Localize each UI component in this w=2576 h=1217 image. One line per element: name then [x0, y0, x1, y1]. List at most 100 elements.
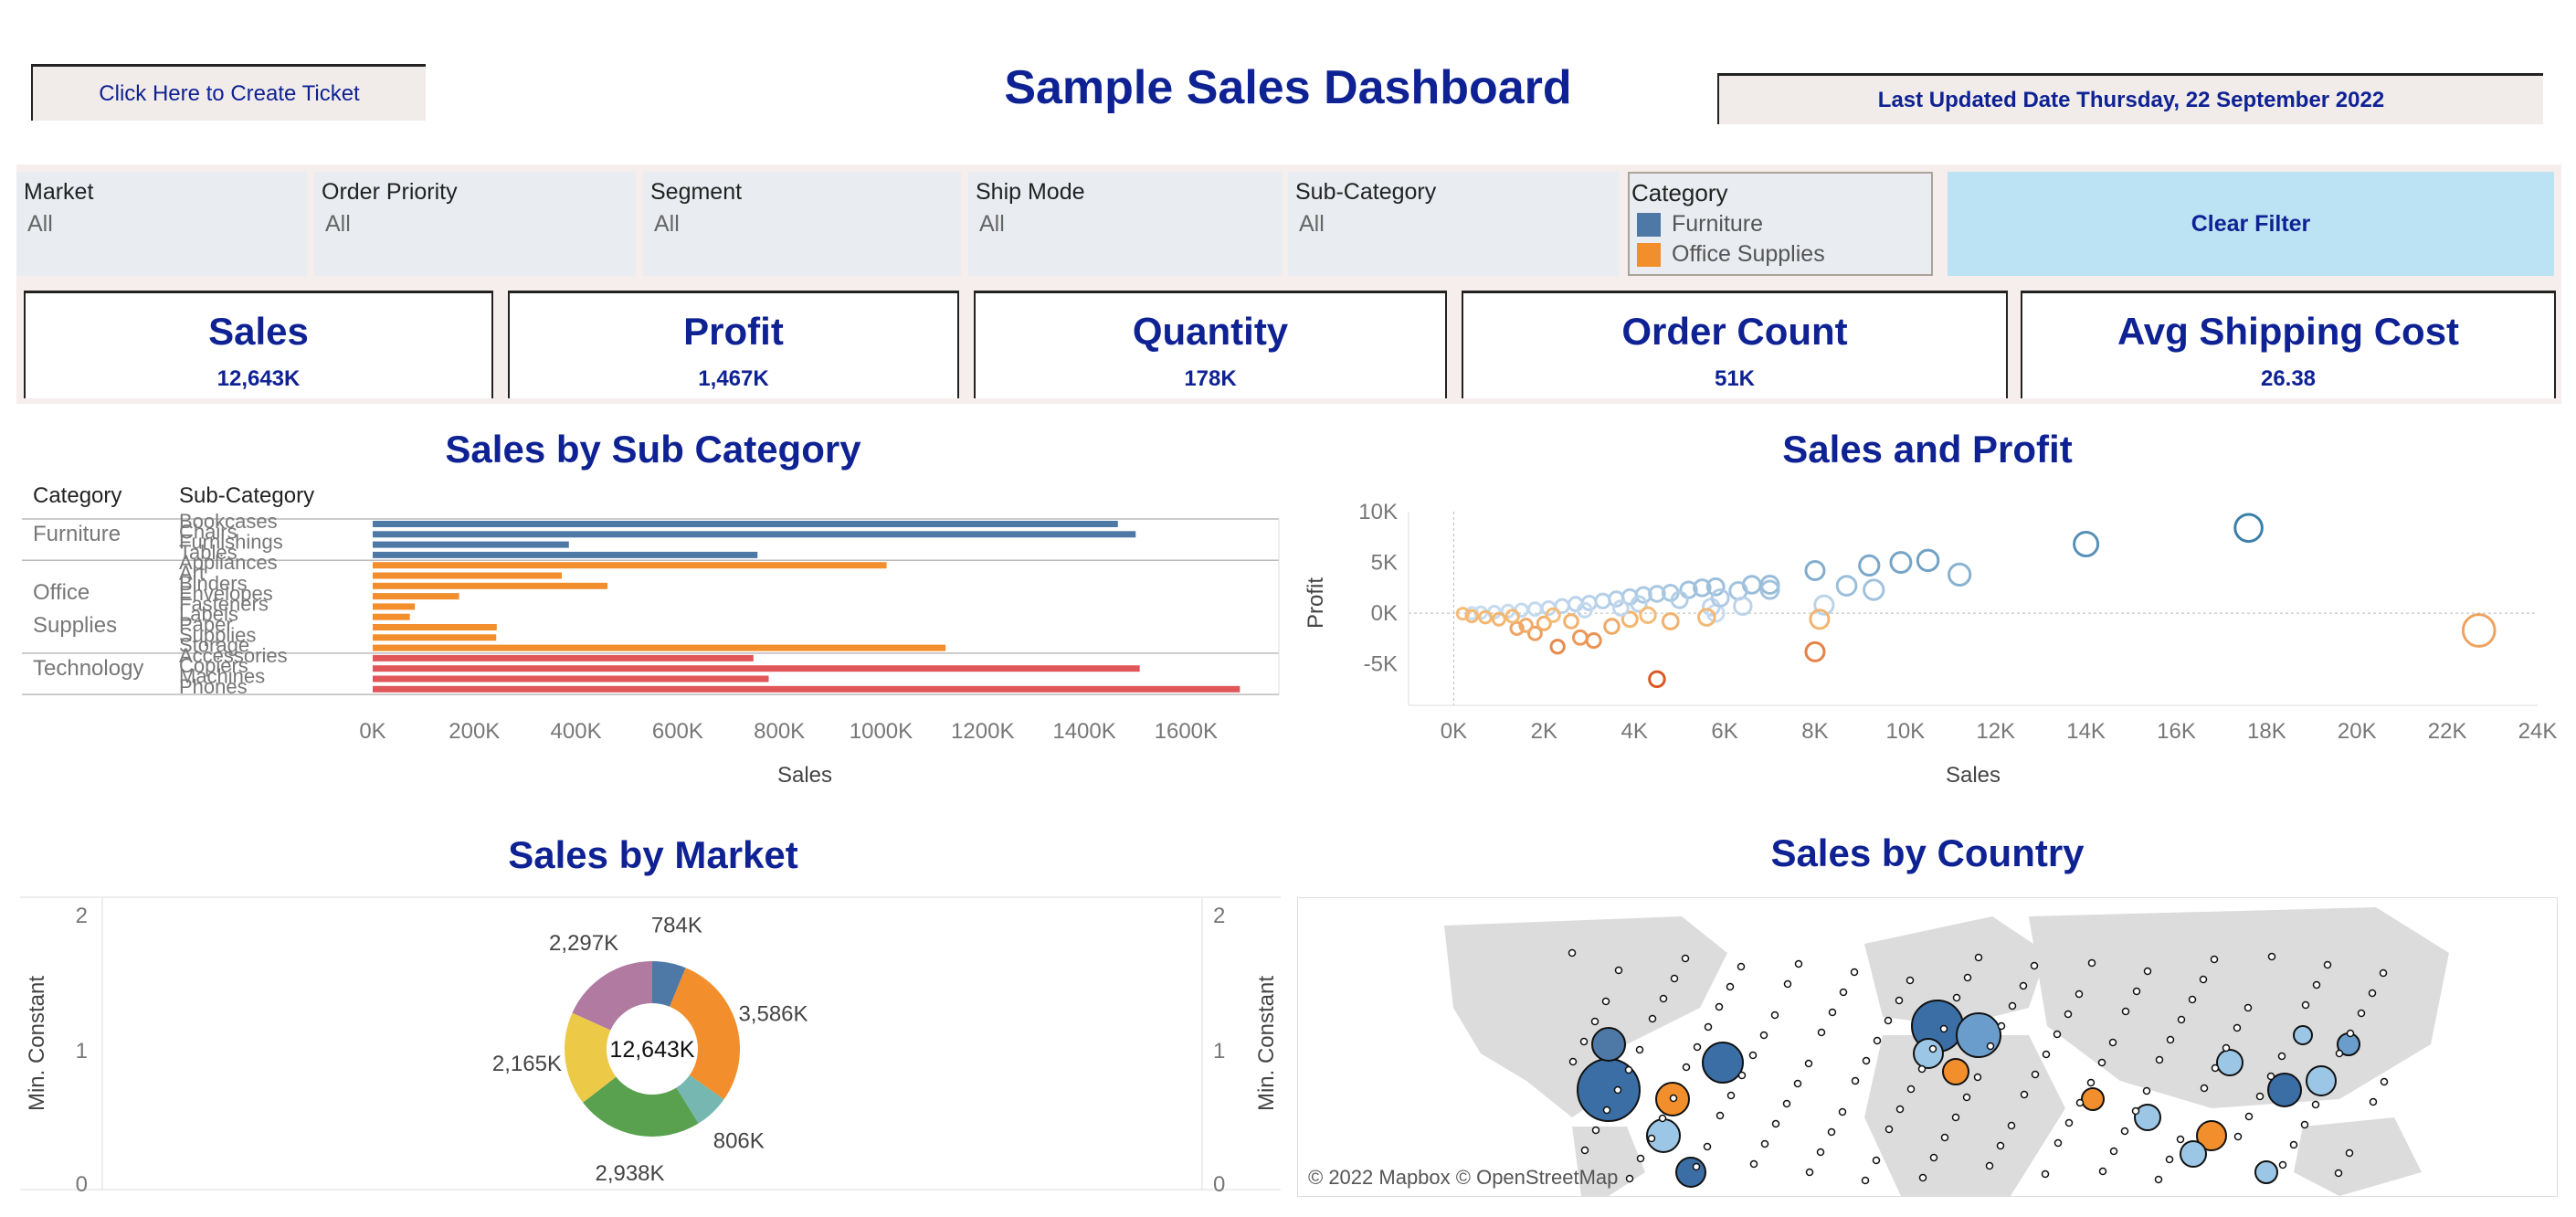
country-marker-small: [2301, 1000, 2310, 1010]
category-label: Supplies: [33, 613, 117, 638]
filter-value[interactable]: All: [650, 211, 954, 238]
filter-value[interactable]: All: [322, 211, 628, 238]
bar: [373, 603, 416, 610]
filter-value[interactable]: All: [976, 211, 1275, 238]
country-marker-small: [2244, 1112, 2254, 1121]
column-header-category: Category: [33, 483, 121, 508]
bar: [373, 675, 769, 683]
country-marker-small: [1804, 1059, 1813, 1068]
furniture-swatch-icon: [1637, 212, 1661, 237]
country-marker-small: [1591, 1126, 1600, 1135]
country-marker-small: [2064, 1118, 2074, 1127]
right-axis-label: Min. Constant: [1254, 976, 1279, 1111]
left-tick-label: 0: [76, 1172, 88, 1197]
filter-label: Segment: [650, 179, 743, 205]
country-marker-small: [1794, 959, 1803, 968]
bar: [373, 582, 608, 589]
right-tick-label: 0: [1213, 1172, 1225, 1197]
filter-sub-category[interactable]: Sub-Category All: [1288, 172, 1619, 276]
country-marker-small: [1693, 1042, 1702, 1052]
country-marker-small: [1861, 1176, 1870, 1185]
filter-category[interactable]: Category Furniture Office Supplies: [1628, 172, 1933, 276]
bar: [373, 593, 459, 600]
country-marker-small: [1782, 1099, 1791, 1108]
country-marker-small: [2233, 1023, 2242, 1032]
x-tick-label: 8K: [1801, 719, 1828, 744]
bar: [373, 572, 563, 579]
country-marker-small: [1963, 973, 1972, 982]
country-marker-small: [1771, 1119, 1780, 1128]
sales-by-subcategory-chart: Category Sub-CategoryBookcasesChairsFurni…: [22, 483, 1280, 788]
filter-market[interactable]: Market All: [16, 172, 307, 276]
country-marker: [1913, 1038, 1944, 1069]
x-tick-label: 600K: [652, 719, 703, 744]
filter-value[interactable]: All: [24, 211, 300, 238]
category-option-furniture[interactable]: Furniture: [1631, 211, 1929, 238]
country-marker-small: [1873, 1036, 1882, 1045]
left-axis-label: Min. Constant: [25, 976, 49, 1111]
country-marker: [1956, 1012, 2001, 1058]
country-marker-small: [1704, 1022, 1713, 1032]
country-marker-small: [1635, 1045, 1644, 1054]
y-axis-label: Profit: [1304, 577, 1328, 629]
country-marker-small: [2087, 958, 2096, 968]
country-marker-small: [1737, 962, 1746, 971]
country-marker: [2180, 1140, 2207, 1168]
country-marker: [2216, 1049, 2243, 1076]
clear-filter-button[interactable]: Clear Filter: [1948, 172, 2554, 276]
bar: [373, 624, 497, 630]
country-marker: [2254, 1160, 2278, 1184]
bar: [373, 613, 410, 620]
slice-label: 2,297K: [549, 931, 618, 956]
country-marker-small: [2278, 1160, 2287, 1169]
country-marker-small: [2335, 1049, 2344, 1058]
filter-value[interactable]: All: [1295, 211, 1611, 238]
sales-by-country-map[interactable]: [1297, 897, 2558, 1197]
country-marker-small: [2176, 1135, 2185, 1144]
scatter-point: [1835, 575, 1858, 597]
country-marker-small: [1737, 1071, 1747, 1080]
country-marker-small: [2053, 1030, 2062, 1039]
country-marker-small: [2277, 1052, 2286, 1061]
kpi-label: Profit: [683, 310, 784, 353]
filter-segment[interactable]: Segment All: [643, 172, 961, 276]
africa-landmass: [1864, 1035, 2065, 1196]
filter-ship-mode[interactable]: Ship Mode All: [968, 172, 1283, 276]
kpi-quantity: Quantity 178K: [974, 291, 1447, 398]
scatter-point: [2233, 513, 2264, 544]
country-marker-small: [2177, 1015, 2186, 1024]
sales-by-market-chart: 2 2 1 1 0 0 Min. Constant Min. Constant 784K 3,58…: [20, 896, 1281, 1197]
country-marker-small: [2053, 1138, 2063, 1148]
country-marker: [1702, 1042, 1744, 1084]
country-marker-small: [2097, 1058, 2106, 1067]
scatter-point: [1916, 548, 1940, 573]
country-marker-small: [2266, 1072, 2275, 1081]
scatter-point: [1549, 639, 1566, 655]
sales-by-market-title: Sales by Market: [508, 833, 798, 876]
bar: [373, 685, 1240, 693]
category-label: Furniture: [33, 522, 121, 546]
slice-label: 3,586K: [738, 1001, 808, 1026]
scatter-point: [1648, 670, 1666, 689]
kpi-label: Quantity: [1132, 310, 1289, 353]
country-marker-small: [2007, 1121, 2016, 1130]
country-marker-small: [2121, 1007, 2130, 1016]
country-marker-small: [2312, 980, 2321, 989]
category-option-office-supplies[interactable]: Office Supplies: [1631, 241, 1929, 268]
country-marker-small: [1940, 1133, 1949, 1142]
country-marker-small: [2120, 1127, 2129, 1136]
country-marker-small: [1681, 954, 1690, 963]
country-marker-small: [2233, 1132, 2243, 1141]
x-tick-label: 20K: [2338, 719, 2377, 744]
scatter-point: [1863, 578, 1885, 601]
country-marker-small: [1726, 1091, 1736, 1100]
x-tick-label: 0K: [359, 719, 385, 744]
filter-order-priority[interactable]: Order Priority All: [314, 172, 636, 276]
x-tick-label: 1200K: [951, 719, 1014, 744]
country-marker: [1675, 1157, 1706, 1188]
country-marker-small: [1906, 976, 1915, 985]
kpi-label: Avg Shipping Cost: [2117, 310, 2460, 353]
country-marker-small: [1760, 1139, 1769, 1148]
x-tick-label: 0K: [1441, 719, 1467, 744]
country-marker-small: [2379, 968, 2388, 978]
